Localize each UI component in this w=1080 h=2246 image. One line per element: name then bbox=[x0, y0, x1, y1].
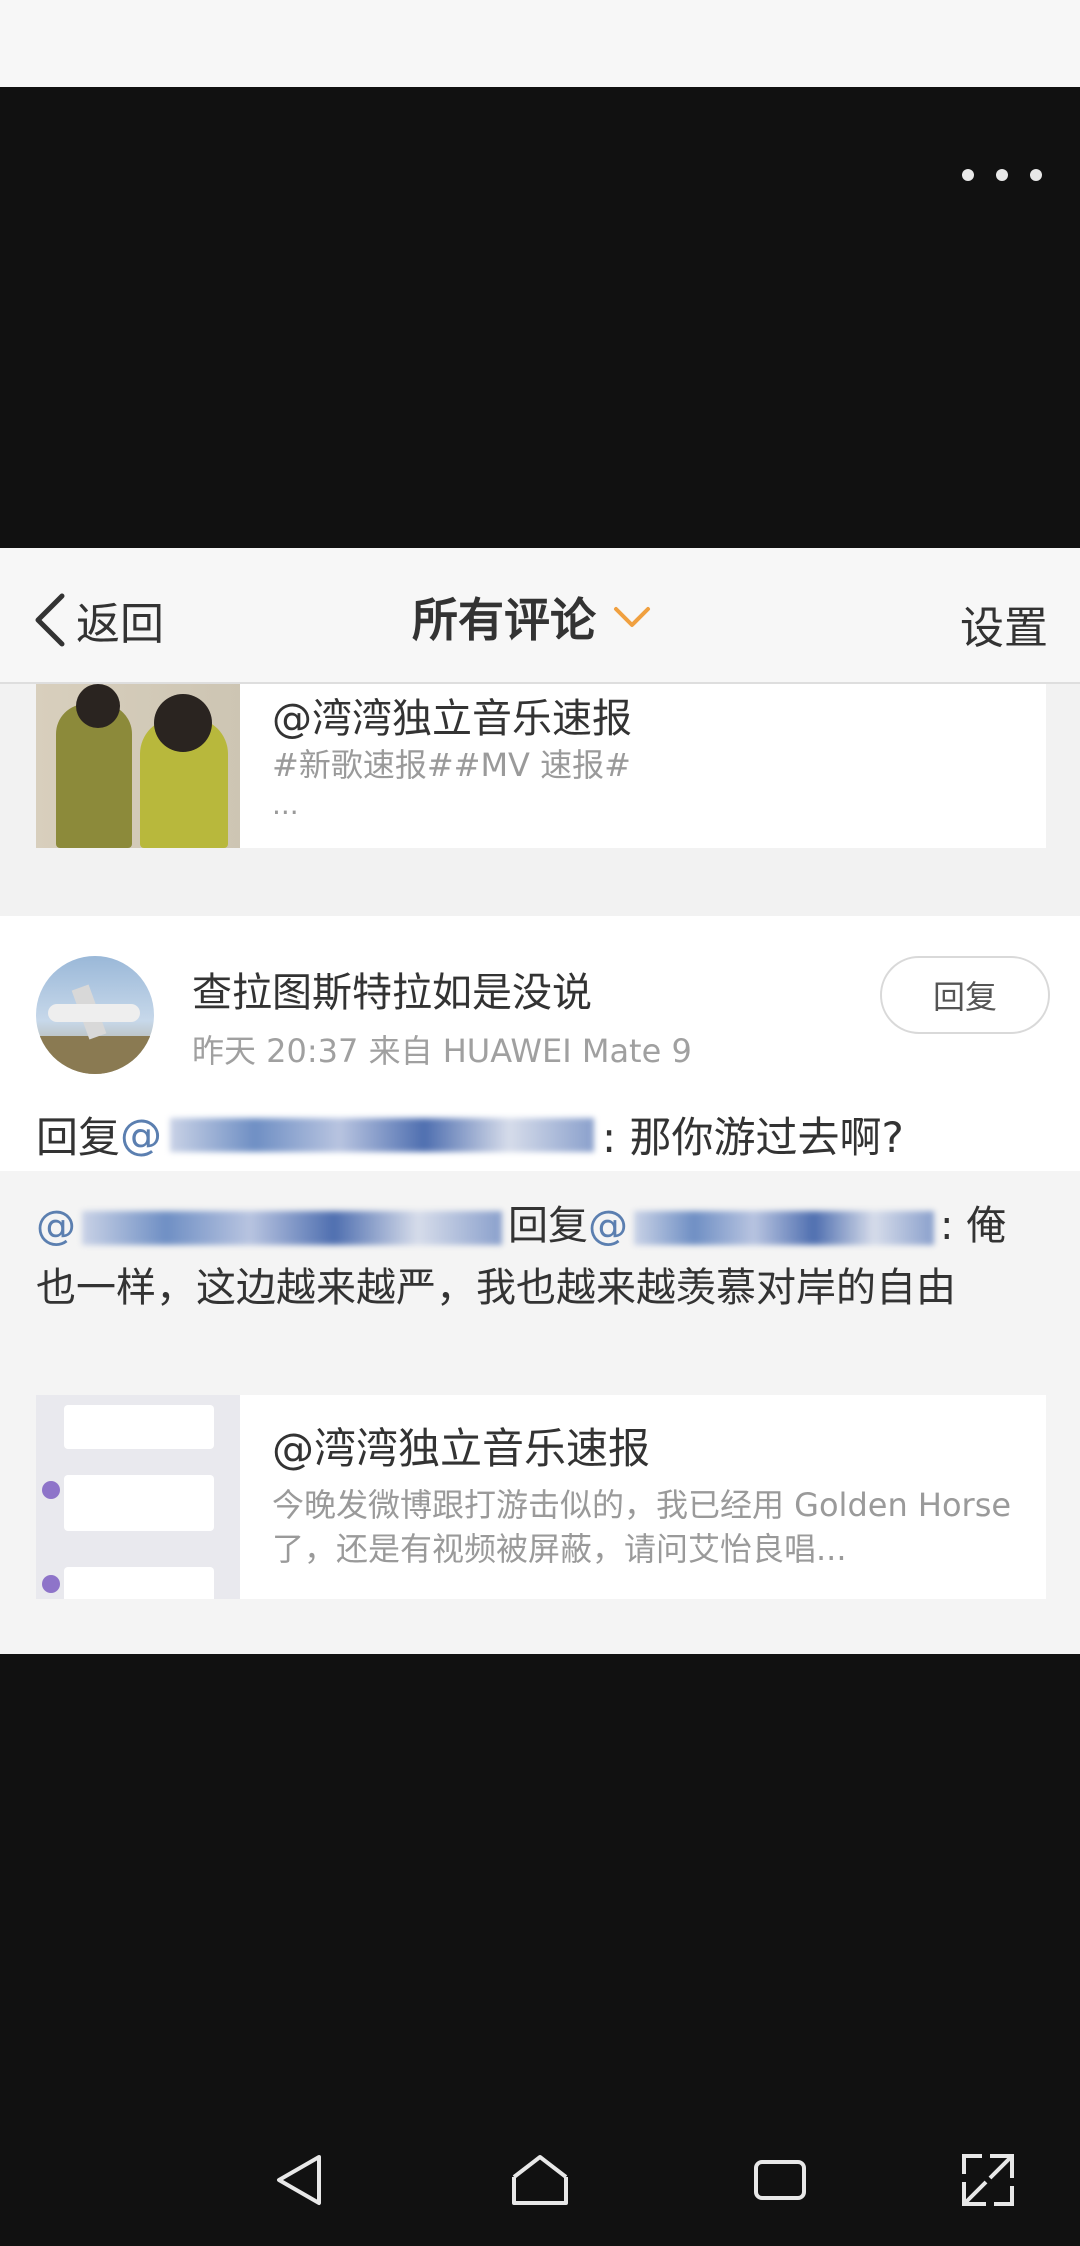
settings-button[interactable]: 设置 bbox=[960, 592, 1048, 656]
reply-prefix: 回复 bbox=[36, 1113, 121, 1162]
post-thumbnail bbox=[36, 1395, 240, 1599]
chevron-down-icon bbox=[614, 607, 650, 627]
post-thumbnail bbox=[36, 684, 240, 848]
comment-filter-dropdown[interactable]: 所有评论 bbox=[412, 584, 652, 650]
redacted-username bbox=[82, 1211, 502, 1245]
quoted-mention-link[interactable]: @ bbox=[36, 1203, 76, 1249]
quoted-reply-word: 回复 bbox=[508, 1203, 588, 1249]
card-excerpt: 今晚发微博跟打游击似的，我已经用 Golden Horse 了，还是有视频被屏蔽… bbox=[272, 1486, 1012, 1568]
comment-username[interactable]: 查拉图斯特拉如是没说 bbox=[192, 960, 592, 1018]
card-title: @湾湾独立音乐速报 bbox=[272, 1424, 651, 1473]
recent-apps-icon bbox=[754, 2160, 806, 2200]
card-tags: #新歌速报##MV 速报# bbox=[272, 746, 631, 784]
back-label: 返回 bbox=[76, 599, 164, 650]
more-dots-icon bbox=[962, 169, 974, 181]
card-ellipsis: ... bbox=[272, 788, 299, 821]
page-title: 所有评论 bbox=[412, 593, 596, 647]
system-expand-button[interactable] bbox=[928, 2120, 1048, 2240]
expand-icon bbox=[962, 2154, 1014, 2206]
comment-text: 回复 @ : 那你游过去啊? bbox=[36, 1104, 904, 1165]
quoted-mention-link-2[interactable]: @ bbox=[588, 1203, 628, 1249]
system-navigation-bar bbox=[0, 2120, 1080, 2246]
chevron-left-icon bbox=[35, 593, 65, 647]
comment-meta: 昨天 20:37 来自 HUAWEI Mate 9 bbox=[192, 1032, 692, 1070]
triangle-back-icon bbox=[277, 2155, 321, 2205]
more-options-button[interactable] bbox=[962, 160, 1042, 190]
system-home-button[interactable] bbox=[480, 2120, 600, 2240]
system-back-button[interactable] bbox=[240, 2120, 360, 2240]
card-title: @湾湾独立音乐速报 bbox=[272, 696, 632, 742]
nav-bar: 返回 所有评论 设置 bbox=[0, 548, 1080, 684]
comment-item: 查拉图斯特拉如是没说 昨天 20:37 来自 HUAWEI Mate 9 回复 … bbox=[0, 916, 1080, 1654]
quoted-comment: @ 回复@: 俺也一样，这边越来越严，我也越来越羡慕对岸的自由 @湾湾独立音乐速报… bbox=[0, 1171, 1080, 1654]
redacted-username bbox=[170, 1117, 595, 1152]
mention-link[interactable]: @ bbox=[120, 1110, 162, 1159]
home-icon bbox=[512, 2155, 568, 2205]
status-bar bbox=[0, 0, 1080, 87]
reply-button[interactable]: 回复 bbox=[880, 956, 1050, 1034]
shared-post-card[interactable]: @湾湾独立音乐速报 #新歌速报##MV 速报# ... bbox=[36, 684, 1046, 848]
back-button[interactable]: 返回 bbox=[32, 588, 164, 652]
reply-text: : 那你游过去啊? bbox=[602, 1113, 904, 1162]
quoted-text: @ 回复@: 俺也一样，这边越来越严，我也越来越羡慕对岸的自由 bbox=[36, 1195, 1046, 1319]
avatar[interactable] bbox=[36, 956, 154, 1074]
system-recent-apps-button[interactable] bbox=[720, 2120, 840, 2240]
shared-post-card[interactable]: @湾湾独立音乐速报 今晚发微博跟打游击似的，我已经用 Golden Horse … bbox=[36, 1395, 1046, 1599]
weibo-screenshot: 返回 所有评论 设置 @湾湾独立音乐速报 #新歌速报##MV 速报# ... 查… bbox=[0, 548, 1080, 1654]
redacted-username bbox=[634, 1211, 934, 1245]
